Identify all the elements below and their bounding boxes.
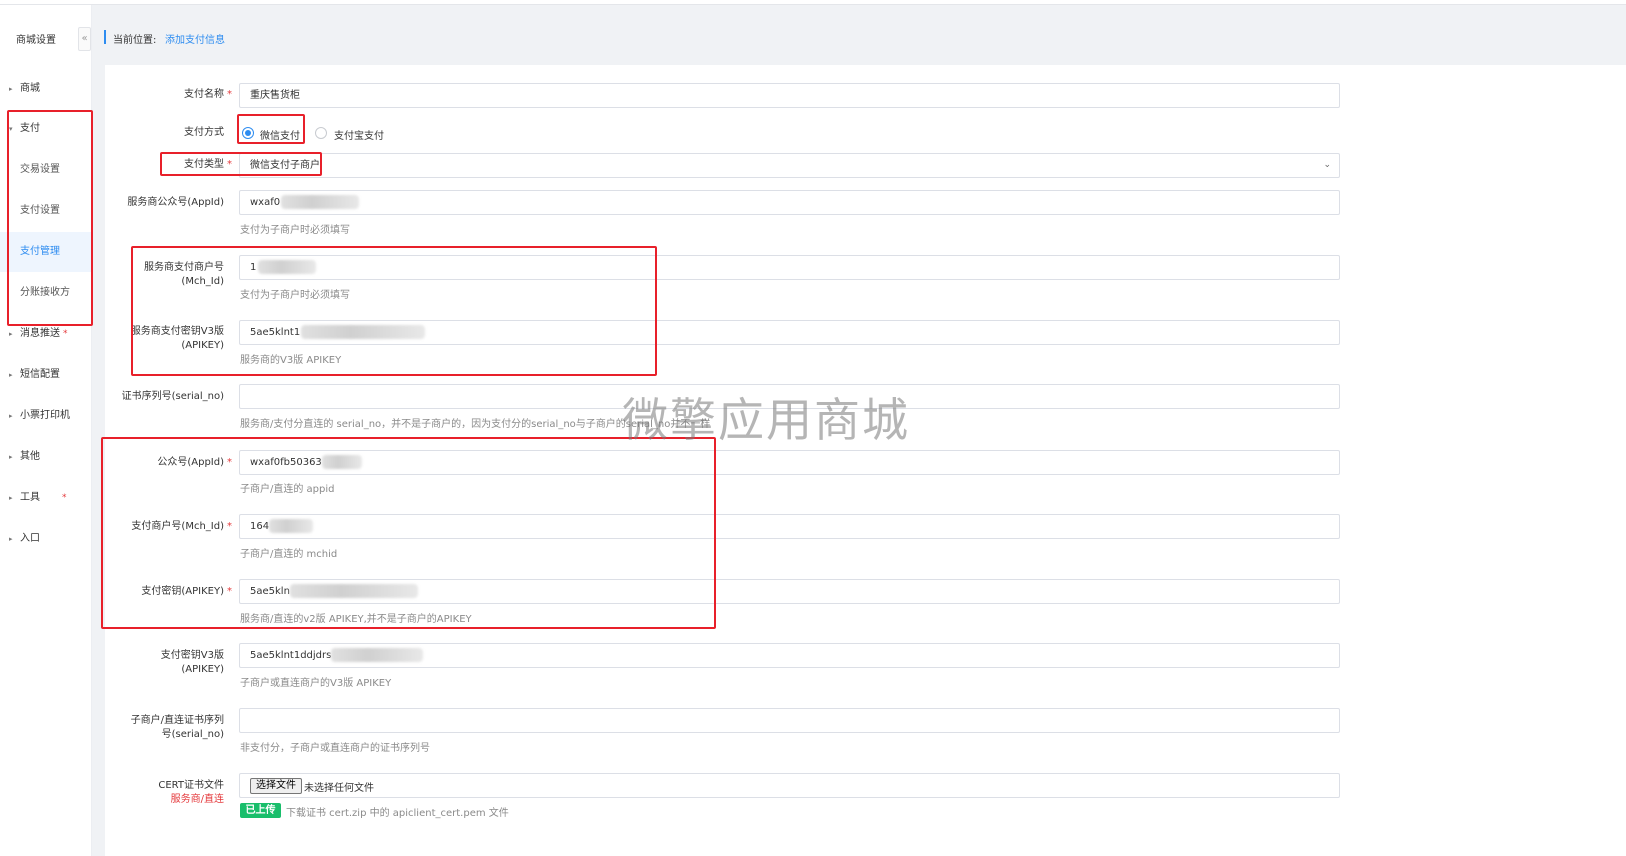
pay-name-label: 支付名称 * (184, 89, 232, 100)
sidebar-item-label: 短信配置 (20, 369, 60, 380)
chevron-down-icon: ⌄ (1323, 160, 1331, 170)
radio-alipay[interactable] (315, 127, 327, 139)
serial-no-label: 证书序列号(serial_no) (121, 391, 224, 402)
pay-name-input[interactable]: 重庆售货柜 (239, 83, 1340, 108)
mchid-label: 支付商户号(Mch_Id) * (131, 521, 232, 532)
apikey-v3-hint: 子商户或直连商户的V3版 APIKEY (240, 678, 392, 689)
apikey-hint: 服务商/直连的v2版 APIKEY,并不是子商户的APIKEY (240, 614, 472, 625)
cert-hint: 下载证书 cert.zip 中的 apiclient_cert.pem 文件 (286, 808, 509, 819)
sidebar-item-sms[interactable]: ▸ 短信配置 (0, 356, 92, 394)
sub-serial-label: 子商户/直连证书序列 号(serial_no) (130, 715, 224, 740)
radio-wechat-pay[interactable] (242, 127, 254, 139)
no-file-text: 未选择任何文件 (304, 783, 374, 794)
choose-file-button[interactable]: 选择文件 (250, 778, 302, 794)
redaction-blur (331, 648, 424, 662)
appid-input[interactable]: wxaf0fb50363 (239, 450, 1340, 475)
required-marker: * (62, 493, 67, 503)
sp-apikey-v3-input[interactable]: 5ae5klnt1 (239, 320, 1340, 345)
breadcrumb-accent-bar (104, 30, 106, 44)
redaction-blur (269, 519, 314, 533)
pay-type-label: 支付类型 * (184, 159, 232, 170)
sp-appid-hint: 支付为子商户时必须填写 (240, 225, 350, 236)
sp-mchid-hint: 支付为子商户时必须填写 (240, 290, 350, 301)
collapse-sidebar-button[interactable]: « (78, 27, 91, 51)
radio-wechat-pay-label: 微信支付 (260, 131, 300, 142)
appid-label: 公众号(AppId) * (157, 457, 232, 468)
redaction-blur (301, 325, 426, 339)
apikey-v3-input[interactable]: 5ae5klnt1ddjdrs (239, 643, 1340, 668)
sp-mchid-label: 服务商支付商户号 (Mch_Id) (144, 262, 224, 287)
pay-type-select[interactable]: 微信支付子商户 ⌄ (239, 153, 1340, 178)
sp-appid-input[interactable]: wxaf0 (239, 190, 1340, 215)
appid-hint: 子商户/直连的 appid (240, 484, 335, 495)
cert-sublabel: 服务商/直连 (170, 794, 224, 805)
redaction-blur (321, 455, 362, 469)
sub-serial-input[interactable] (239, 708, 1340, 733)
sp-mchid-input[interactable]: 1 (239, 255, 1340, 280)
redaction-blur (258, 260, 317, 274)
redaction-blur (289, 584, 418, 598)
sidebar-item-label: 小票打印机 (20, 410, 70, 421)
sidebar-item-tools[interactable]: ▸ 工具 * (0, 479, 92, 517)
apikey-v3-label: 支付密钥V3版 (APIKEY) (160, 650, 224, 675)
cert-file-input[interactable]: 选择文件 未选择任何文件 (239, 773, 1340, 798)
sidebar-title: 商城设置 (16, 35, 56, 46)
sp-appid-label: 服务商公众号(AppId) (127, 197, 224, 208)
breadcrumb-current-link[interactable]: 添加支付信息 (165, 31, 225, 46)
radio-alipay-label: 支付宝支付 (334, 131, 384, 142)
caret-right-icon: ▸ (9, 494, 13, 502)
sidebar-item-label: 工具 (20, 492, 40, 503)
sub-serial-hint: 非支付分，子商户或直连商户的证书序列号 (240, 743, 430, 754)
sp-apikey-v3-label: 服务商支付密钥V3版 (APIKEY) (130, 326, 224, 351)
mchid-input[interactable]: 164 (239, 514, 1340, 539)
watermark: 微擎应用商城 (622, 393, 910, 447)
caret-right-icon: ▸ (9, 371, 13, 379)
breadcrumb-label: 当前位置: (113, 35, 157, 46)
redaction-blur (281, 195, 360, 209)
pay-method-label: 支付方式 (184, 127, 224, 138)
cert-label: CERT证书文件 服务商/直连 (4, 779, 224, 807)
sp-apikey-v3-hint: 服务商的V3版 APIKEY (240, 355, 342, 366)
apikey-label: 支付密钥(APIKEY) * (141, 586, 232, 597)
apikey-input[interactable]: 5ae5kln (239, 579, 1340, 604)
page-root: 商城设置 « ▸ 商城 ▾ 支付 交易设置 支付设置 支付管理 分账接收方 ▸ … (0, 0, 1626, 856)
uploaded-badge: 已上传 (240, 803, 281, 818)
sidebar-item-label: 入口 (20, 533, 40, 544)
mchid-hint: 子商户/直连的 mchid (240, 549, 338, 560)
pay-type-selected-value: 微信支付子商户 (250, 160, 320, 171)
breadcrumb: 当前位置: 添加支付信息 (92, 5, 1626, 65)
